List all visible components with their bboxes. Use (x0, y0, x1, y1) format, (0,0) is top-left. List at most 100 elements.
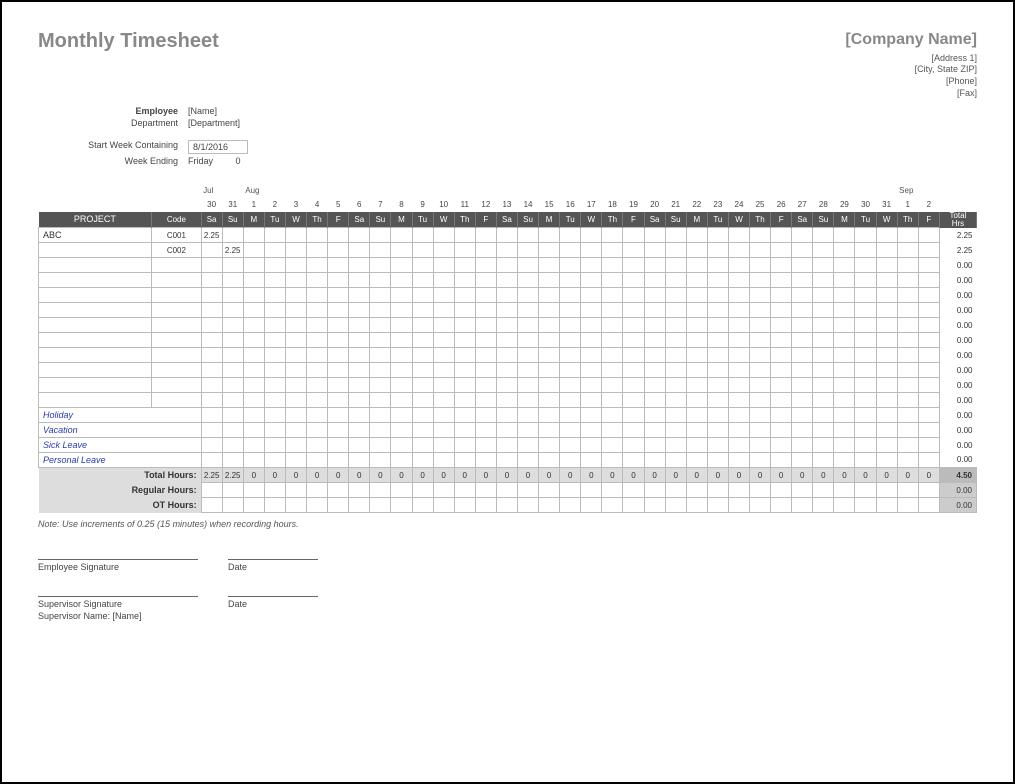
hours-cell[interactable] (539, 333, 560, 348)
ot-cell[interactable] (686, 498, 707, 513)
hours-cell[interactable] (264, 363, 285, 378)
hours-cell[interactable] (433, 228, 454, 243)
hours-cell[interactable] (370, 228, 391, 243)
hours-cell[interactable] (750, 333, 771, 348)
hours-cell[interactable] (349, 393, 370, 408)
regular-cell[interactable] (349, 483, 370, 498)
hours-cell[interactable] (264, 453, 285, 468)
hours-cell[interactable] (201, 423, 222, 438)
hours-cell[interactable] (285, 363, 306, 378)
hours-cell[interactable] (813, 243, 834, 258)
hours-cell[interactable] (517, 333, 538, 348)
hours-cell[interactable] (475, 348, 496, 363)
hours-cell[interactable] (560, 273, 581, 288)
hours-cell[interactable] (496, 273, 517, 288)
hours-cell[interactable] (665, 243, 686, 258)
hours-cell[interactable] (834, 303, 855, 318)
hours-cell[interactable] (328, 393, 349, 408)
hours-cell[interactable] (560, 228, 581, 243)
hours-cell[interactable] (707, 228, 728, 243)
hours-cell[interactable] (264, 438, 285, 453)
hours-cell[interactable] (897, 423, 918, 438)
hours-cell[interactable] (728, 333, 749, 348)
hours-cell[interactable] (665, 408, 686, 423)
hours-cell[interactable] (370, 288, 391, 303)
hours-cell[interactable] (328, 348, 349, 363)
hours-cell[interactable] (792, 333, 813, 348)
hours-cell[interactable] (623, 318, 644, 333)
hours-cell[interactable] (665, 333, 686, 348)
hours-cell[interactable] (876, 378, 897, 393)
hours-cell[interactable] (623, 303, 644, 318)
hours-cell[interactable] (475, 318, 496, 333)
hours-cell[interactable] (623, 333, 644, 348)
hours-cell[interactable] (876, 423, 897, 438)
hours-cell[interactable] (370, 423, 391, 438)
hours-cell[interactable] (918, 333, 939, 348)
hours-cell[interactable] (243, 348, 264, 363)
hours-cell[interactable] (771, 408, 792, 423)
hours-cell[interactable] (602, 303, 623, 318)
hours-cell[interactable] (517, 228, 538, 243)
hours-cell[interactable] (644, 333, 665, 348)
hours-cell[interactable] (349, 423, 370, 438)
hours-cell[interactable] (517, 438, 538, 453)
hours-cell[interactable] (391, 393, 412, 408)
hours-cell[interactable] (222, 333, 243, 348)
ot-cell[interactable] (665, 498, 686, 513)
hours-cell[interactable] (391, 348, 412, 363)
hours-cell[interactable] (623, 273, 644, 288)
hours-cell[interactable] (813, 273, 834, 288)
ot-cell[interactable] (855, 498, 876, 513)
hours-cell[interactable] (602, 288, 623, 303)
hours-cell[interactable] (855, 408, 876, 423)
hours-cell[interactable] (602, 243, 623, 258)
hours-cell[interactable] (750, 303, 771, 318)
hours-cell[interactable] (876, 438, 897, 453)
hours-cell[interactable] (222, 318, 243, 333)
hours-cell[interactable] (285, 243, 306, 258)
hours-cell[interactable] (686, 258, 707, 273)
regular-cell[interactable] (771, 483, 792, 498)
hours-cell[interactable] (328, 333, 349, 348)
ot-cell[interactable] (539, 498, 560, 513)
regular-cell[interactable] (454, 483, 475, 498)
hours-cell[interactable] (834, 288, 855, 303)
hours-cell[interactable] (243, 333, 264, 348)
leave-label[interactable]: Holiday (39, 408, 202, 423)
leave-label[interactable]: Vacation (39, 423, 202, 438)
ot-cell[interactable] (517, 498, 538, 513)
code-cell[interactable] (152, 378, 201, 393)
hours-cell[interactable] (602, 348, 623, 363)
hours-cell[interactable] (834, 438, 855, 453)
hours-cell[interactable] (644, 423, 665, 438)
regular-cell[interactable] (792, 483, 813, 498)
hours-cell[interactable] (918, 438, 939, 453)
hours-cell[interactable] (517, 258, 538, 273)
code-cell[interactable] (152, 333, 201, 348)
hours-cell[interactable] (285, 438, 306, 453)
hours-cell[interactable] (264, 288, 285, 303)
hours-cell[interactable] (644, 408, 665, 423)
regular-cell[interactable] (307, 483, 328, 498)
hours-cell[interactable] (855, 363, 876, 378)
ot-cell[interactable] (560, 498, 581, 513)
code-cell[interactable]: C002 (152, 243, 201, 258)
hours-cell[interactable] (602, 438, 623, 453)
hours-cell[interactable] (517, 288, 538, 303)
hours-cell[interactable] (285, 258, 306, 273)
hours-cell[interactable] (581, 273, 602, 288)
hours-cell[interactable] (834, 273, 855, 288)
hours-cell[interactable] (496, 303, 517, 318)
hours-cell[interactable] (391, 438, 412, 453)
hours-cell[interactable] (581, 333, 602, 348)
hours-cell[interactable] (771, 243, 792, 258)
hours-cell[interactable] (623, 408, 644, 423)
regular-cell[interactable] (243, 483, 264, 498)
hours-cell[interactable] (517, 348, 538, 363)
hours-cell[interactable] (665, 288, 686, 303)
hours-cell[interactable] (581, 363, 602, 378)
hours-cell[interactable] (855, 273, 876, 288)
hours-cell[interactable] (792, 453, 813, 468)
ot-cell[interactable] (285, 498, 306, 513)
